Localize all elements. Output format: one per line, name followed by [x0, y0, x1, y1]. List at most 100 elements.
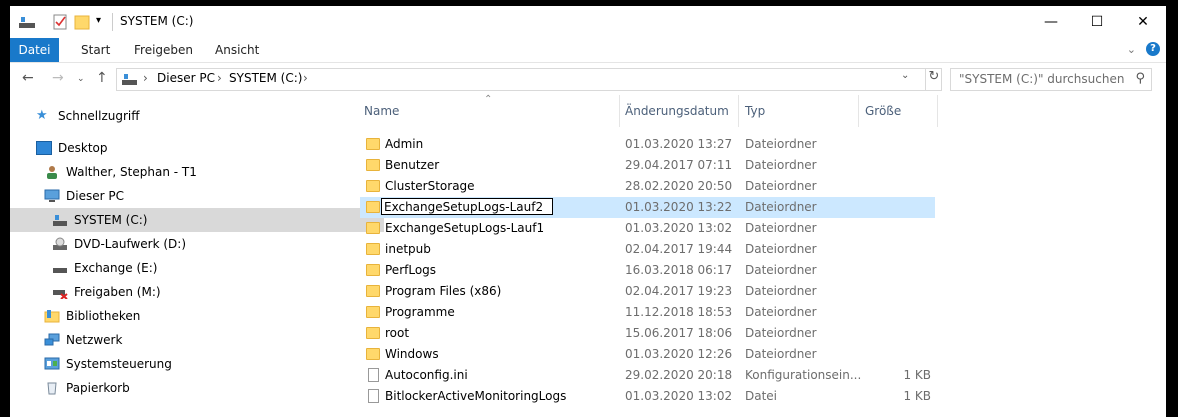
title-bar: ▾ SYSTEM (C:) — ☐ ✕ — [10, 6, 1166, 38]
drive-icon[interactable] — [18, 13, 36, 31]
folder-icon — [366, 222, 380, 234]
sidebar-item-bibliotheken[interactable]: Bibliotheken — [10, 304, 376, 328]
file-size — [875, 176, 931, 197]
sidebar-item-systemsteuerung[interactable]: Systemsteuerung — [10, 352, 376, 376]
user-icon — [47, 166, 57, 179]
drive-icon — [122, 74, 137, 85]
file-name: Benutzer — [385, 158, 440, 172]
sidebar-item-label: Netzwerk — [66, 333, 123, 347]
table-row[interactable]: Program Files (x86) 02.04.2017 19:23 Datei… — [360, 281, 935, 302]
table-row[interactable]: Windows 01.03.2020 12:26 Dateiordner — [360, 344, 935, 365]
file-size — [875, 323, 931, 344]
help-icon[interactable]: ? — [1146, 42, 1160, 56]
sidebar-item-label: Papierkorb — [66, 381, 130, 395]
sidebar-item-system-c[interactable]: SYSTEM (C:) — [10, 208, 384, 232]
file-date: 28.02.2020 20:50 — [625, 179, 733, 193]
column-header-name[interactable]: Name — [364, 95, 620, 127]
tab-start[interactable]: Start — [81, 38, 110, 62]
window-title: SYSTEM (C:) — [120, 14, 194, 28]
column-divider[interactable] — [937, 95, 938, 127]
sidebar-item-user[interactable]: Walther, Stephan - T1 — [10, 160, 376, 184]
address-dropdown-icon[interactable]: ⌄ — [901, 70, 909, 81]
table-row[interactable]: Programme 11.12.2018 18:53 Dateiordner — [360, 302, 935, 323]
search-icon: ⚲ — [1135, 71, 1145, 86]
sidebar-item-label: SYSTEM (C:) — [74, 213, 148, 227]
table-row[interactable]: Autoconfig.ini 29.02.2020 20:18 Konfigurat… — [360, 365, 935, 386]
properties-icon[interactable] — [52, 13, 68, 31]
tab-ansicht[interactable]: Ansicht — [215, 38, 259, 62]
quick-access-dropdown-icon[interactable]: ▾ — [96, 15, 101, 33]
folder-icon — [366, 138, 380, 150]
table-row[interactable]: PerfLogs 16.03.2018 06:17 Dateiordner — [360, 260, 935, 281]
computer-icon — [44, 189, 60, 202]
table-row[interactable]: BitlockerActiveMonitoringLogs 01.03.2020 … — [360, 386, 935, 407]
breadcrumb-dieser-pc[interactable]: Dieser PC — [157, 71, 215, 85]
table-row[interactable]: Benutzer 29.04.2017 07:11 Dateiordner — [360, 155, 935, 176]
navigation-bar: ← → ⌄ ↑ › Dieser PC › SYSTEM (C:) › ⌄ ↻ … — [10, 63, 1166, 95]
sidebar-item-dvd[interactable]: DVD-Laufwerk (D:) — [10, 232, 384, 256]
column-header-size[interactable]: Größe — [865, 95, 935, 127]
rename-input[interactable]: ExchangeSetupLogs-Lauf2 — [381, 198, 553, 215]
file-date: 01.03.2020 13:22 — [625, 200, 733, 214]
up-arrow-icon[interactable]: ↑ — [96, 70, 108, 86]
sidebar-item-exchange[interactable]: Exchange (E:) — [10, 256, 384, 280]
maximize-button[interactable]: ☐ — [1074, 6, 1120, 38]
sidebar-item-netzwerk[interactable]: Netzwerk — [10, 328, 376, 352]
file-name: BitlockerActiveMonitoringLogs — [385, 389, 567, 403]
table-row[interactable]: ExchangeSetupLogs-Lauf1 01.03.2020 13:02 D… — [360, 218, 935, 239]
tab-datei[interactable]: Datei — [10, 38, 59, 62]
breadcrumb-separator-icon[interactable]: › — [303, 71, 308, 85]
recent-locations-icon[interactable]: ⌄ — [77, 74, 85, 84]
network-drive-icon — [53, 290, 68, 299]
table-row[interactable]: inetpub 02.04.2017 19:44 Dateiordner — [360, 239, 935, 260]
breadcrumb-separator-icon[interactable]: › — [217, 71, 222, 85]
sidebar-item-freigaben[interactable]: Freigaben (M:) — [10, 280, 384, 304]
breadcrumb-system-c[interactable]: SYSTEM (C:) — [229, 71, 302, 85]
column-divider[interactable] — [619, 95, 620, 127]
file-date: 02.04.2017 19:44 — [625, 242, 733, 256]
column-header-type[interactable]: Typ — [745, 95, 859, 127]
file-date: 16.03.2018 06:17 — [625, 263, 733, 277]
column-divider[interactable] — [858, 95, 859, 127]
file-name: Admin — [385, 137, 424, 151]
column-header-date[interactable]: Änderungsdatum — [625, 95, 739, 127]
sidebar-item-label: Bibliotheken — [66, 309, 141, 323]
breadcrumb-separator-icon[interactable]: › — [143, 71, 148, 85]
close-button[interactable]: ✕ — [1120, 6, 1166, 38]
sidebar-item-label: Walther, Stephan - T1 — [66, 165, 197, 179]
column-divider[interactable] — [738, 95, 739, 127]
forward-arrow-icon[interactable]: → — [52, 70, 64, 86]
sidebar-item-desktop[interactable]: Desktop — [10, 136, 368, 160]
back-arrow-icon[interactable]: ← — [22, 70, 34, 86]
table-row[interactable]: ExchangeSetupLogs-Lauf2 01.03.2020 13:22 D… — [360, 197, 935, 218]
dvd-icon — [53, 237, 67, 250]
file-type: Dateiordner — [745, 158, 817, 172]
file-type: Dateiordner — [745, 242, 817, 256]
explorer-window: ▾ SYSTEM (C:) — ☐ ✕ Datei Start Freigebe… — [10, 6, 1166, 417]
table-row[interactable]: Admin 01.03.2020 13:27 Dateiordner — [360, 134, 935, 155]
minimize-button[interactable]: — — [1028, 6, 1074, 38]
file-date: 02.04.2017 19:23 — [625, 284, 733, 298]
tab-freigeben[interactable]: Freigeben — [134, 38, 193, 62]
file-type: Dateiordner — [745, 263, 817, 277]
table-row[interactable]: root 15.06.2017 18:06 Dateiordner — [360, 323, 935, 344]
address-bar[interactable]: › Dieser PC › SYSTEM (C:) › ⌄ ↻ — [116, 68, 942, 91]
file-type: Dateiordner — [745, 305, 817, 319]
sidebar-item-dieser-pc[interactable]: Dieser PC — [10, 184, 376, 208]
refresh-icon[interactable]: ↻ — [925, 69, 942, 90]
file-date: 11.12.2018 18:53 — [625, 305, 733, 319]
folder-icon — [366, 243, 380, 255]
new-folder-icon[interactable] — [74, 13, 90, 31]
sidebar-item-label: Desktop — [58, 141, 108, 155]
file-type: Dateiordner — [745, 347, 817, 361]
search-input[interactable]: "SYSTEM (C:)" durchsuchen ⚲ — [950, 68, 1152, 91]
sidebar-item-schnellzugriff[interactable]: ★ Schnellzugriff — [10, 104, 368, 128]
sidebar-item-label: DVD-Laufwerk (D:) — [74, 237, 187, 251]
ribbon-tabs: Datei Start Freigeben Ansicht ⌄ ? — [10, 38, 1166, 63]
sidebar-item-papierkorb[interactable]: Papierkorb — [10, 376, 376, 400]
expand-ribbon-icon[interactable]: ⌄ — [1127, 43, 1136, 56]
folder-icon — [366, 327, 380, 339]
file-date: 01.03.2020 12:26 — [625, 347, 733, 361]
table-row[interactable]: ClusterStorage 28.02.2020 20:50 Dateiordne… — [360, 176, 935, 197]
file-type: Dateiordner — [745, 221, 817, 235]
